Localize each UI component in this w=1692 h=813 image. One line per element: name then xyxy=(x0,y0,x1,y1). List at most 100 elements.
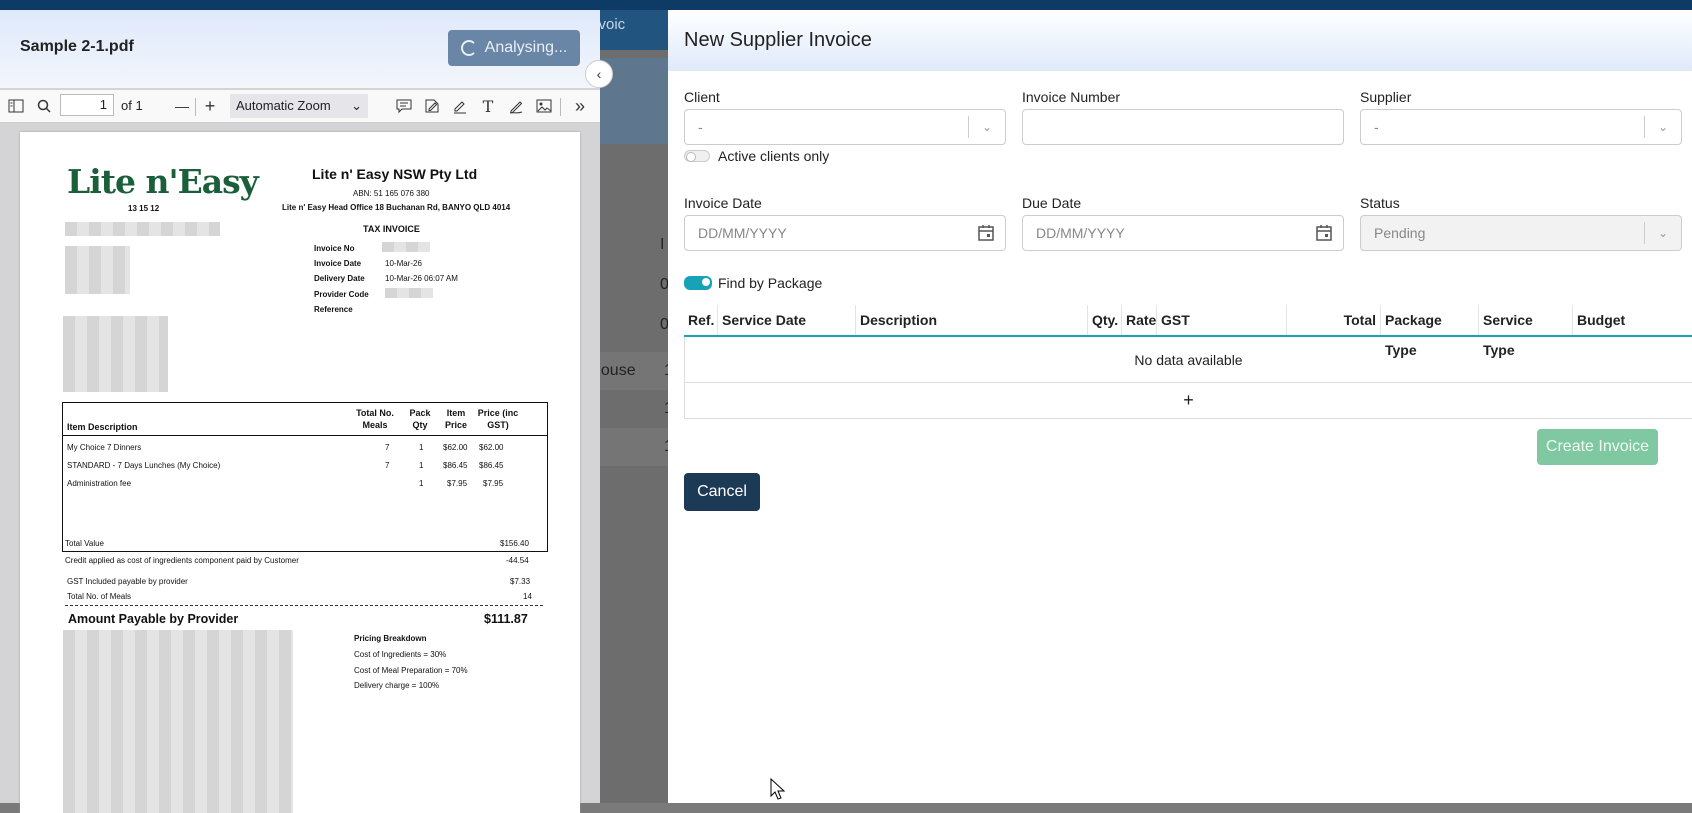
cancel-button[interactable]: Cancel xyxy=(684,473,760,511)
item-price: $86.45 xyxy=(443,461,468,470)
redacted-block xyxy=(65,246,130,294)
head-office-address: Lite n' Easy Head Office 18 Buchanan Rd,… xyxy=(282,203,511,212)
due-date-input[interactable]: DD/MM/YYYY xyxy=(1022,215,1344,251)
status-select[interactable]: Pending ⌄ xyxy=(1360,215,1682,251)
chevron-down-icon: ⌄ xyxy=(1644,116,1681,138)
total-label: Credit applied as cost of ingredients co… xyxy=(65,556,299,565)
client-label: Client xyxy=(684,89,720,105)
zoom-select[interactable]: Automatic Zoom ⌄ xyxy=(230,94,368,118)
status-value: Pending xyxy=(1374,225,1426,241)
toolbar-divider xyxy=(560,98,561,116)
column-header-gst[interactable]: GST xyxy=(1157,305,1287,335)
column-header-rate[interactable]: Rate xyxy=(1122,305,1157,335)
search-icon[interactable] xyxy=(34,96,54,116)
create-invoice-button[interactable]: Create Invoice xyxy=(1537,429,1658,465)
more-tools-icon[interactable]: » xyxy=(570,96,590,116)
supplier-select[interactable]: - ⌄ xyxy=(1360,109,1682,145)
new-supplier-invoice-modal: New Supplier Invoice Client - ⌄ Active c… xyxy=(668,10,1692,803)
item-pack: 1 xyxy=(419,461,424,470)
zoom-out-icon[interactable]: — xyxy=(172,96,192,116)
due-date-placeholder: DD/MM/YYYY xyxy=(1036,225,1125,241)
total-value: 14 xyxy=(523,592,532,601)
mouse-cursor-icon xyxy=(770,778,786,800)
tax-invoice-heading: TAX INVOICE xyxy=(363,224,420,234)
zoom-label: Automatic Zoom xyxy=(236,98,331,113)
info-label: Invoice No xyxy=(314,244,355,253)
comment-icon[interactable] xyxy=(394,96,414,116)
pdf-header: Sample 2-1.pdf Analysing... xyxy=(0,10,600,88)
background-top-bar xyxy=(0,0,1692,10)
pdf-viewer-panel: Sample 2-1.pdf Analysing... 1 of 1 — + A… xyxy=(0,10,600,813)
column-header-ref[interactable]: Ref. xyxy=(684,305,718,335)
company-name: Lite n' Easy NSW Pty Ltd xyxy=(312,166,478,182)
column-header-qty[interactable]: Qty. xyxy=(1088,305,1122,335)
column-header-service-date[interactable]: Service Date xyxy=(718,305,856,335)
redacted-block xyxy=(63,316,168,392)
brand-logo: Lite n'Easy xyxy=(67,162,259,201)
collapse-panel-button[interactable]: ‹ xyxy=(585,60,613,88)
column-header-package-type[interactable]: Package Type xyxy=(1381,305,1479,358)
total-label: GST Included payable by provider xyxy=(67,577,188,586)
item-description: Administration fee xyxy=(67,479,132,488)
calendar-icon[interactable] xyxy=(1315,224,1333,242)
amount-payable-label: Amount Payable by Provider xyxy=(68,612,239,626)
column-header-service-type[interactable]: Service Type xyxy=(1479,305,1573,358)
toolbar-divider xyxy=(195,98,196,116)
active-clients-toggle[interactable] xyxy=(684,150,710,162)
column-header-description[interactable]: Description xyxy=(856,305,1088,335)
pricing-breakdown-title: Pricing Breakdown xyxy=(354,634,427,643)
pdf-title: Sample 2-1.pdf xyxy=(20,38,134,55)
total-label: Total Value xyxy=(65,539,104,548)
pdf-page: Lite n'Easy 13 15 12 Lite n' Easy NSW Pt… xyxy=(20,132,580,813)
client-select[interactable]: - ⌄ xyxy=(684,109,1006,145)
invoice-number-label: Invoice Number xyxy=(1022,89,1121,105)
find-by-package-toggle[interactable] xyxy=(684,276,712,290)
item-pack: 1 xyxy=(419,479,424,488)
invoice-date-placeholder: DD/MM/YYYY xyxy=(698,225,787,241)
analysing-button[interactable]: Analysing... xyxy=(448,30,580,66)
col-total-meals: Total No. Meals xyxy=(356,408,394,430)
amount-payable-value: $111.87 xyxy=(484,612,528,626)
total-value: -44.54 xyxy=(506,556,529,565)
invoice-date-input[interactable]: DD/MM/YYYY xyxy=(684,215,1006,251)
image-icon[interactable] xyxy=(534,96,554,116)
pdf-toolbar: 1 of 1 — + Automatic Zoom ⌄ T » xyxy=(0,90,600,123)
item-total: $62.00 xyxy=(479,443,504,452)
sidebar-toggle-icon[interactable] xyxy=(6,96,26,116)
col-item-description: Item Description xyxy=(67,422,138,432)
invoice-date-label: Invoice Date xyxy=(684,195,762,211)
find-by-package-label: Find by Package xyxy=(718,275,823,291)
item-pack: 1 xyxy=(419,443,424,452)
signature-icon[interactable] xyxy=(422,96,442,116)
info-label: Reference xyxy=(314,305,353,314)
item-description: STANDARD - 7 Days Lunches (My Choice) xyxy=(67,461,221,470)
total-value: $7.33 xyxy=(510,577,531,586)
column-header-budget[interactable]: Budget xyxy=(1573,305,1692,335)
column-header-total[interactable]: Total xyxy=(1287,305,1381,335)
redacted-block xyxy=(385,288,433,298)
info-label: Invoice Date xyxy=(314,259,362,268)
add-row-button[interactable]: + xyxy=(684,383,1692,419)
text-icon[interactable]: T xyxy=(478,96,498,116)
col-pack-qty: Pack Qty xyxy=(409,408,431,430)
status-label: Status xyxy=(1360,195,1400,211)
redacted-block xyxy=(382,242,430,252)
delivery-date-value: 10-Mar-26 06:07 AM xyxy=(385,274,458,283)
calendar-icon[interactable] xyxy=(977,224,995,242)
client-value: - xyxy=(698,119,703,135)
item-price: $62.00 xyxy=(443,443,468,452)
highlight-icon[interactable] xyxy=(450,96,470,116)
zoom-in-icon[interactable]: + xyxy=(200,96,220,116)
draw-icon[interactable] xyxy=(506,96,526,116)
supplier-value: - xyxy=(1374,119,1379,135)
due-date-label: Due Date xyxy=(1022,195,1082,211)
active-clients-label: Active clients only xyxy=(718,148,830,164)
item-meals: 7 xyxy=(385,443,390,452)
item-total: $7.95 xyxy=(483,479,504,488)
analysing-label: Analysing... xyxy=(484,39,568,56)
page-number-input[interactable]: 1 xyxy=(60,94,114,116)
page-count: of 1 xyxy=(121,98,143,113)
invoice-number-input[interactable] xyxy=(1022,109,1344,145)
info-label: Provider Code xyxy=(314,290,369,299)
chevron-down-icon: ⌄ xyxy=(968,116,1005,138)
